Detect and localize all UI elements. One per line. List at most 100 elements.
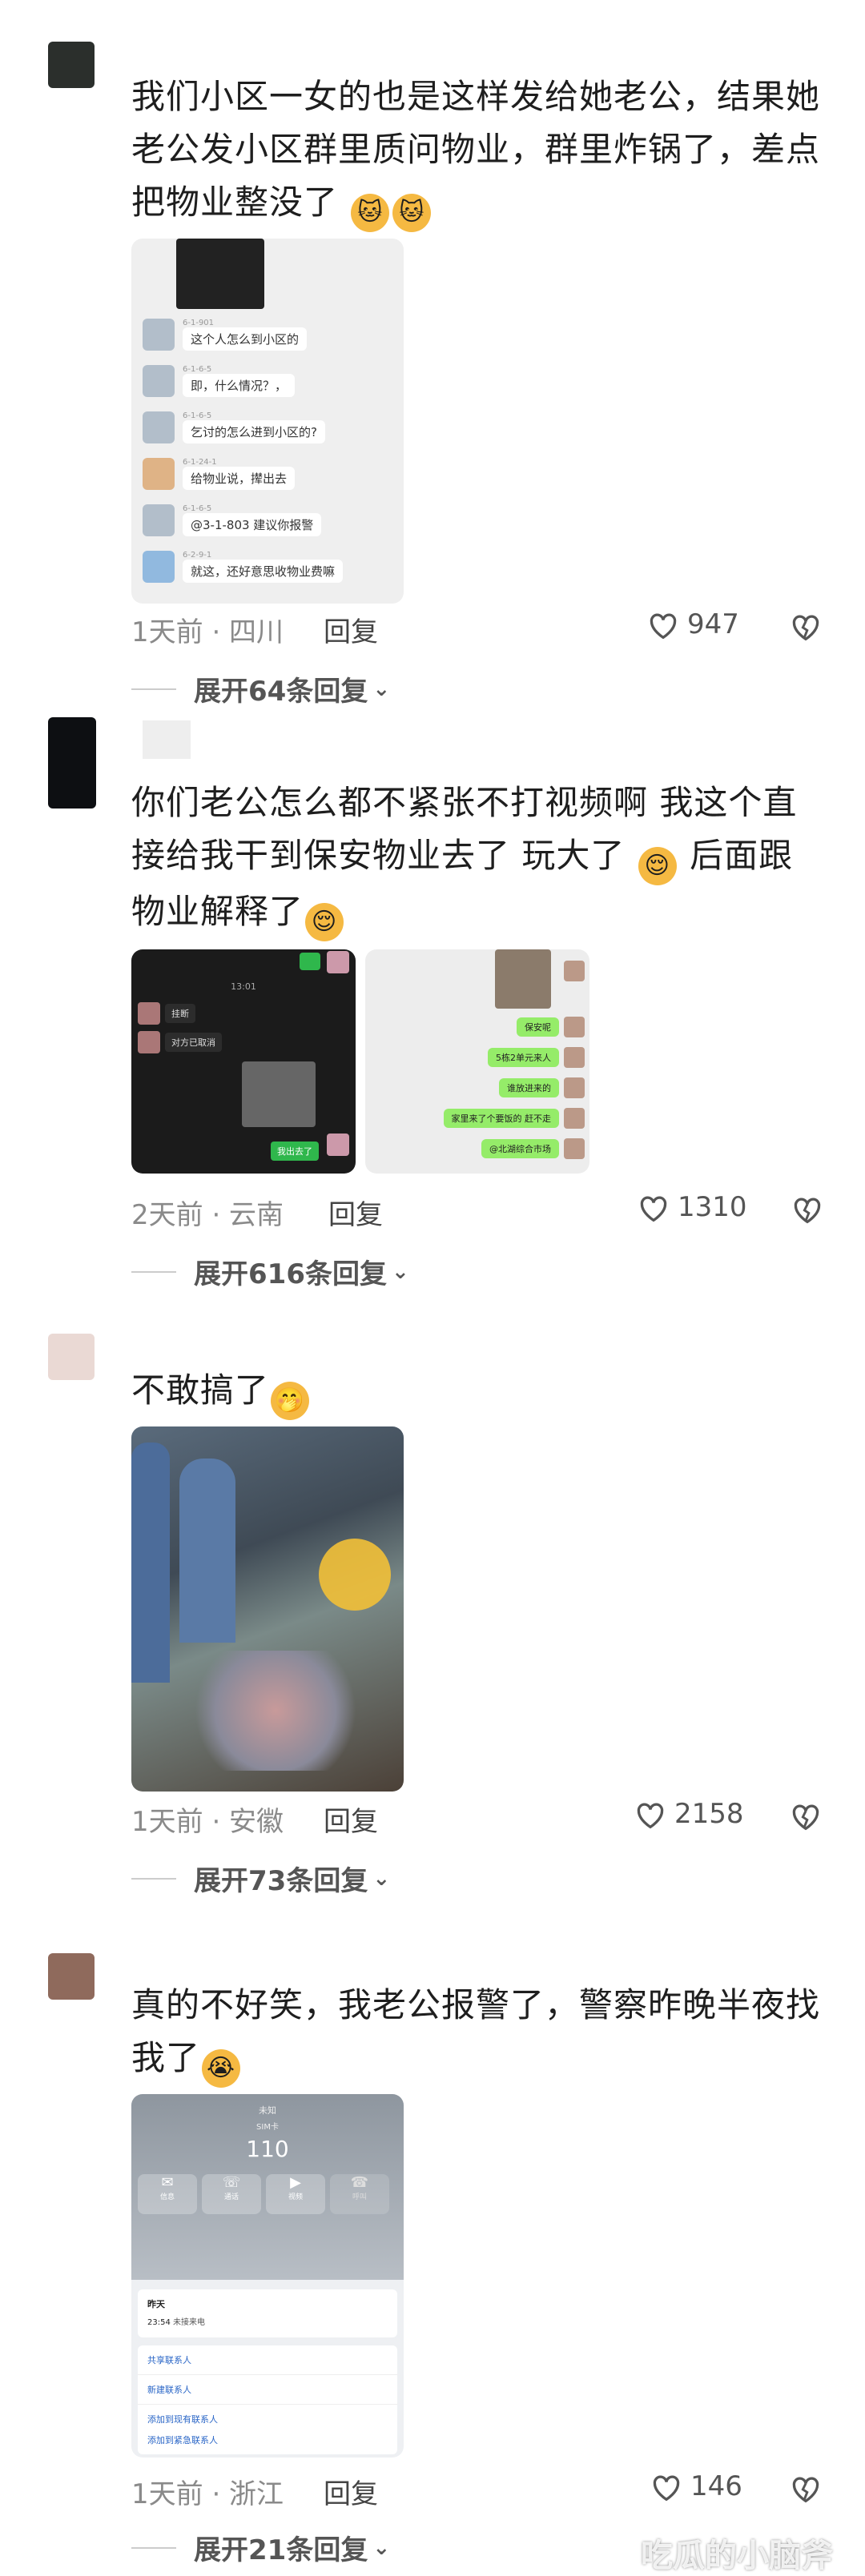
reply-button[interactable]: 回复: [328, 1193, 383, 1232]
username-placeholder: [143, 720, 191, 759]
dial-action-button[interactable]: ☎ 呼叫: [330, 2174, 389, 2214]
chat-sender: 6-1-901: [183, 319, 215, 327]
avatar[interactable]: [48, 1953, 95, 2000]
expand-replies-button[interactable]: 展开73条回复 ⌄: [131, 1859, 390, 1898]
like-button[interactable]: 947: [646, 608, 739, 640]
chat-bubble: 保安呢: [517, 1017, 559, 1037]
call-day: 昨天: [147, 2299, 165, 2309]
chevron-down-icon: ⌄: [372, 1866, 391, 1891]
comment-body: 不敢搞了: [131, 1370, 270, 1410]
reply-button[interactable]: 回复: [324, 1800, 378, 1839]
chevron-down-icon: ⌄: [372, 676, 391, 701]
chat-sender: 6-1-6-5: [183, 365, 212, 374]
message-action-button[interactable]: ✉ 信息: [138, 2174, 197, 2214]
chat-message: 挂断: [138, 1002, 195, 1025]
video-icon: ▶: [290, 2174, 301, 2191]
phone-number: 110: [246, 2136, 289, 2162]
chevron-down-icon: ⌄: [372, 2535, 391, 2560]
avatar: [564, 1108, 585, 1129]
comment-text: 不敢搞了 🤭: [131, 1364, 820, 1420]
chat-bubble: @北湖综合市场: [481, 1139, 559, 1158]
comment-text: 真的不好笑，我老公报警了，警察昨晚半夜找我了 😭: [131, 1979, 820, 2088]
comment-text: 你们老公怎么都不紧张不打视频啊 我这个直接给我干到保安物业去了 玩大了 😌 后面…: [131, 776, 820, 941]
call-log-card: 昨天 23:54 未接来电: [138, 2289, 397, 2337]
like-button[interactable]: 1310: [636, 1191, 747, 1223]
photo-thumbnail: [495, 949, 551, 1009]
chat-message: 6-1-901 这个人怎么到小区的: [143, 319, 308, 351]
chat-message: 6-1-6-5 乞讨的怎么进到小区的?: [143, 411, 325, 443]
reply-button[interactable]: 回复: [324, 610, 378, 649]
heart-icon: [640, 1196, 667, 1222]
chat-message: 谁放进来的: [499, 1077, 585, 1098]
expand-replies-button[interactable]: 展开21条回复 ⌄: [131, 2528, 390, 2567]
like-count: 1310: [678, 1191, 747, 1223]
chat-sender: 6-2-9-1: [183, 551, 212, 560]
chat-message: @北湖综合市场: [481, 1138, 585, 1159]
broken-heart-icon: [794, 1198, 821, 1224]
dial-icon: ☎: [350, 2174, 369, 2191]
video-action-button[interactable]: ▶ 视频: [266, 2174, 325, 2214]
comment-meta: 1天前 · 四川: [131, 616, 284, 648]
chat-message: 家里来了个要饭的 赶不走: [443, 1108, 585, 1129]
chat-bubble: 即，什么情况？，: [183, 374, 296, 397]
contact-options: 共享联系人 新建联系人 添加到现有联系人: [138, 2345, 397, 2434]
call-action-button[interactable]: ☏ 通话: [202, 2174, 261, 2214]
call-label: 未知: [259, 2105, 276, 2116]
avatar: [564, 1138, 585, 1159]
avatar: [564, 1077, 585, 1098]
chat-sender: 6-1-6-5: [183, 504, 212, 513]
emoji-icon: 🐱: [392, 194, 432, 232]
chat-message: 对方已取消: [138, 1031, 222, 1053]
chat-screenshot[interactable]: 6-1-901 这个人怎么到小区的 6-1-6-5 即，什么情况？， 6-1-6…: [131, 239, 404, 604]
avatar: [564, 1047, 585, 1068]
sticker-image: [176, 239, 264, 309]
add-emergency-contact-link[interactable]: 添加到紧急联系人: [138, 2426, 397, 2454]
like-count: 947: [687, 608, 739, 640]
share-contact-link[interactable]: 共享联系人: [138, 2345, 397, 2375]
missed-call-screenshot[interactable]: 未知 SIM卡 110 ✉ 信息 ☏ 通话 ▶ 视频 ☎ 呼叫 昨天 23:54 未接来…: [131, 2094, 404, 2458]
chat-message: 6-1-6-5 @3-1-803 建议你报警: [143, 504, 322, 536]
expand-replies-button[interactable]: 展开64条回复 ⌄: [131, 669, 390, 708]
like-count: 146: [690, 2470, 742, 2502]
chat-bubble: 乞讨的怎么进到小区的?: [183, 420, 325, 443]
chat-message: 6-2-9-1 就这，还好意思收物业费嘛: [143, 551, 344, 583]
avatar[interactable]: [48, 42, 95, 88]
like-button[interactable]: 146: [649, 2470, 742, 2502]
broken-heart-icon: [792, 2477, 819, 2503]
avatar[interactable]: [48, 1334, 95, 1380]
like-button[interactable]: 2158: [633, 1798, 744, 1830]
avatar: [564, 1017, 585, 1037]
emoji-icon: 😌: [638, 847, 677, 885]
chat-bubble: @3-1-803 建议你报警: [183, 513, 322, 536]
group-chat-screenshot[interactable]: 保安呢 5栋2单元来人谁放进来的家里来了个要饭的 赶不走 @北湖综合市场: [365, 949, 589, 1174]
chat-message: 6-1-6-5 即，什么情况？，: [143, 365, 296, 397]
chat-bubble: 5栋2单元来人: [488, 1048, 559, 1067]
dislike-button[interactable]: [790, 1193, 825, 1228]
heart-icon: [653, 2475, 680, 2502]
chevron-down-icon: ⌄: [391, 1259, 409, 1284]
call-time: 23:54: [147, 2318, 171, 2327]
avatar[interactable]: [48, 717, 96, 809]
security-guard-photo[interactable]: [131, 1426, 404, 1792]
reply-button[interactable]: 回复: [324, 2472, 378, 2511]
video-call-screenshot[interactable]: 13:01 挂断 对方已取消 我出去了: [131, 949, 356, 1174]
heart-icon: [637, 1803, 664, 1829]
dislike-button[interactable]: [788, 610, 823, 645]
photo-thumbnail: [564, 961, 585, 981]
broken-heart-icon: [792, 1804, 819, 1831]
comment-meta: 2天前 · 云南: [131, 1199, 284, 1231]
broken-heart-icon: [792, 615, 819, 641]
expand-replies-button[interactable]: 展开616条回复 ⌄: [131, 1252, 409, 1291]
chat-message: 6-1-24-1 给物业说，撵出去: [143, 458, 296, 490]
video-thumbnail: [242, 1061, 316, 1127]
emoji-icon: 🤭: [271, 1382, 310, 1420]
emoji-icon: 🐱: [351, 194, 390, 232]
dislike-button[interactable]: [788, 2472, 823, 2507]
new-contact-link[interactable]: 新建联系人: [138, 2375, 397, 2405]
comment-text: 我们小区一女的也是这样发给她老公，结果她老公发小区群里质问物业，群里炸锅了，差点…: [131, 70, 820, 232]
person-figure: [179, 1459, 235, 1643]
dislike-button[interactable]: [788, 1800, 823, 1835]
watermark-text: 吃瓜的小脑斧: [641, 2538, 833, 2574]
person-figure: [131, 1442, 170, 1683]
chat-sender: 6-1-6-5: [183, 411, 212, 420]
